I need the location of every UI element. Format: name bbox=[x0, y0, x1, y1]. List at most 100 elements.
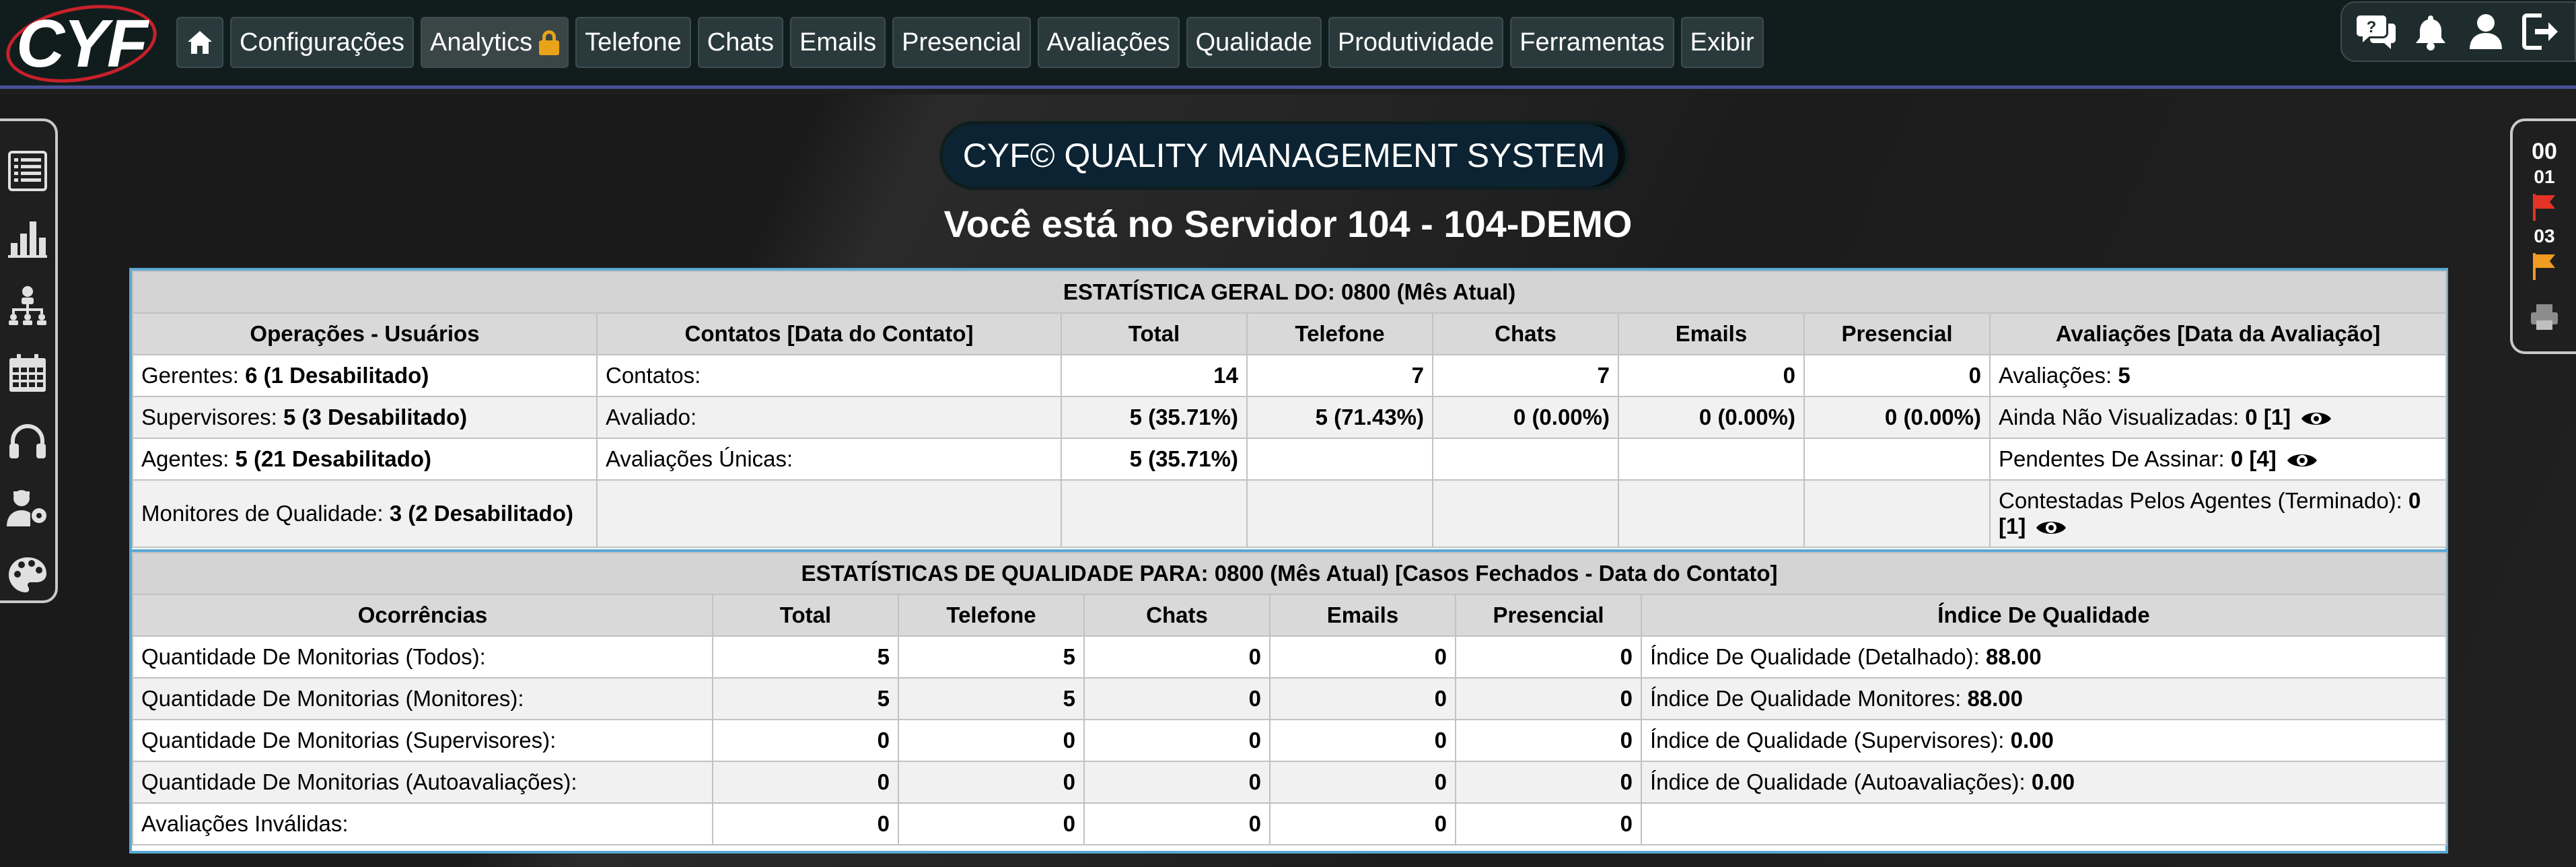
left-sidebar bbox=[0, 118, 58, 603]
column-header: Ocorrências bbox=[132, 594, 713, 637]
user-profile-button[interactable] bbox=[2464, 9, 2508, 54]
quality-statistics-panel: ESTATÍSTICAS DE QUALIDADE PARA: 0800 (Mê… bbox=[129, 552, 2448, 854]
row-label: Contestadas Pelos Agentes (Terminado): bbox=[1999, 488, 2409, 513]
cell-value bbox=[1803, 438, 1991, 481]
column-header: Total bbox=[712, 594, 899, 637]
cell-value: 7 bbox=[1432, 354, 1619, 397]
help-chat-button[interactable]: ? bbox=[2354, 9, 2398, 54]
total-counter: 00 bbox=[2532, 139, 2557, 164]
row-label: Quantidade De Monitorias (Todos): bbox=[132, 635, 713, 679]
cell-value: 0 bbox=[1083, 761, 1271, 804]
menu-produtividade[interactable]: Produtividade bbox=[1328, 17, 1504, 68]
menu-exibir[interactable]: Exibir bbox=[1680, 17, 1764, 68]
cell-value: 0 bbox=[1455, 677, 1642, 720]
column-header: Telefone bbox=[1246, 312, 1433, 355]
row-value: 0.00 bbox=[2010, 728, 2054, 753]
cell-value: 14 bbox=[1061, 354, 1248, 397]
cell-value: 0 bbox=[1083, 677, 1271, 720]
org-chart-icon bbox=[9, 286, 46, 325]
calendar-icon bbox=[9, 354, 46, 392]
menu-analytics[interactable]: Analytics bbox=[421, 17, 569, 68]
sidebar-item-support[interactable] bbox=[5, 416, 50, 464]
table-row: Gerentes: 6 (1 Desabilitado) Contatos: 1… bbox=[132, 354, 2447, 397]
cell-value bbox=[1246, 438, 1433, 481]
cell-value bbox=[1246, 479, 1433, 548]
general-statistics-caption: ESTATÍSTICA GERAL DO: 0800 (Mês Atual) bbox=[131, 271, 2447, 314]
row-value: 0.00 bbox=[2031, 769, 2075, 794]
system-title: CYF© QUALITY MANAGEMENT SYSTEM bbox=[939, 121, 1629, 190]
row-label: Contatos: bbox=[596, 354, 1062, 397]
quality-statistics-caption: ESTATÍSTICAS DE QUALIDADE PARA: 0800 (Mê… bbox=[131, 552, 2447, 595]
table-row: Supervisores: 5 (3 Desabilitado) Avaliad… bbox=[132, 396, 2447, 439]
cell-value: 0 bbox=[1455, 719, 1642, 762]
palette-icon bbox=[9, 557, 46, 592]
svg-text:?: ? bbox=[2366, 18, 2376, 36]
menu-presencial[interactable]: Presencial bbox=[892, 17, 1031, 68]
cell-value: 0 bbox=[1618, 354, 1805, 397]
menu-configuracoes[interactable]: Configurações bbox=[230, 17, 415, 68]
cell-value: 5 (35.71%) bbox=[1061, 438, 1248, 481]
cell-value: 5 bbox=[898, 677, 1085, 720]
quality-statistics-table: ESTATÍSTICAS DE QUALIDADE PARA: 0800 (Mê… bbox=[131, 552, 2447, 845]
menu-ferramentas[interactable]: Ferramentas bbox=[1510, 17, 1674, 68]
cell-value: 5 bbox=[712, 635, 899, 679]
row-label: Agentes: bbox=[141, 446, 236, 471]
cell-value: 0 (0.00%) bbox=[1803, 396, 1991, 439]
user-gear-icon bbox=[7, 490, 46, 526]
sidebar-item-hierarchy[interactable] bbox=[5, 281, 50, 330]
eye-icon[interactable] bbox=[2300, 409, 2332, 429]
row-value: 5 (3 Desabilitado) bbox=[283, 405, 468, 429]
orange-flag-icon[interactable] bbox=[2531, 252, 2558, 280]
cell-value bbox=[1803, 479, 1991, 548]
cell-value: 0 bbox=[712, 802, 899, 845]
row-value: 3 (2 Desabilitado) bbox=[389, 501, 573, 526]
column-header: Índice De Qualidade bbox=[1640, 594, 2447, 637]
menu-avaliacoes[interactable]: Avaliações bbox=[1037, 17, 1180, 68]
general-statistics-table: ESTATÍSTICA GERAL DO: 0800 (Mês Atual) O… bbox=[131, 271, 2447, 548]
cell-value: 5 (35.71%) bbox=[1061, 396, 1248, 439]
top-navigation-bar: CYF Configurações Analytics Telefone Cha… bbox=[0, 0, 2576, 94]
server-title: Você está no Servidor 104 - 104-DEMO bbox=[943, 203, 1633, 245]
main-menu: Configurações Analytics Telefone Chats E… bbox=[176, 17, 1764, 68]
eye-icon[interactable] bbox=[2286, 450, 2318, 471]
sidebar-item-calendar[interactable] bbox=[5, 349, 50, 397]
help-chat-icon: ? bbox=[2356, 15, 2396, 49]
cell-value: 0 bbox=[1455, 635, 1642, 679]
sidebar-item-user-settings[interactable] bbox=[5, 483, 50, 532]
menu-emails[interactable]: Emails bbox=[790, 17, 886, 68]
cell-value bbox=[1618, 479, 1805, 548]
row-label: Índice De Qualidade Monitores: bbox=[1650, 686, 1968, 711]
row-label: Quantidade De Monitorias (Monitores): bbox=[132, 677, 713, 720]
cell-value: 0 bbox=[1269, 761, 1456, 804]
row-value: 5 (21 Desabilitado) bbox=[235, 446, 432, 471]
headphones-icon bbox=[9, 424, 46, 458]
lock-icon bbox=[539, 30, 560, 55]
cell-value bbox=[1432, 479, 1619, 548]
cyf-logo[interactable]: CYF bbox=[0, 0, 163, 94]
logout-icon bbox=[2522, 13, 2559, 50]
menu-telefone[interactable]: Telefone bbox=[575, 17, 691, 68]
eye-icon[interactable] bbox=[2035, 518, 2067, 538]
sidebar-item-list[interactable] bbox=[5, 147, 50, 195]
table-row: Avaliações Inválidas: 0 0 0 0 0 bbox=[132, 802, 2447, 845]
cell-value: 0 bbox=[1803, 354, 1991, 397]
table-row: Quantidade De Monitorias (Monitores): 5 … bbox=[132, 677, 2447, 720]
table-row: Agentes: 5 (21 Desabilitado) Avaliações … bbox=[132, 438, 2447, 481]
home-button[interactable] bbox=[176, 17, 223, 68]
cell-value: 0 bbox=[1083, 635, 1271, 679]
cell-value bbox=[1061, 479, 1248, 548]
cell-value bbox=[1618, 438, 1805, 481]
notifications-button[interactable] bbox=[2408, 9, 2453, 54]
column-header: Telefone bbox=[898, 594, 1085, 637]
cell-value: 0 bbox=[1455, 802, 1642, 845]
sidebar-item-themes[interactable] bbox=[5, 551, 50, 599]
menu-qualidade[interactable]: Qualidade bbox=[1186, 17, 1322, 68]
cell-value: 0 (0.00%) bbox=[1432, 396, 1619, 439]
row-label bbox=[596, 479, 1062, 548]
cell-value: 0 bbox=[1269, 677, 1456, 720]
cell-value bbox=[1432, 438, 1619, 481]
logout-button[interactable] bbox=[2518, 9, 2563, 54]
menu-chats[interactable]: Chats bbox=[697, 17, 784, 68]
table-row: Quantidade De Monitorias (Todos): 5 5 0 … bbox=[132, 635, 2447, 679]
printer-icon[interactable] bbox=[2530, 303, 2559, 331]
